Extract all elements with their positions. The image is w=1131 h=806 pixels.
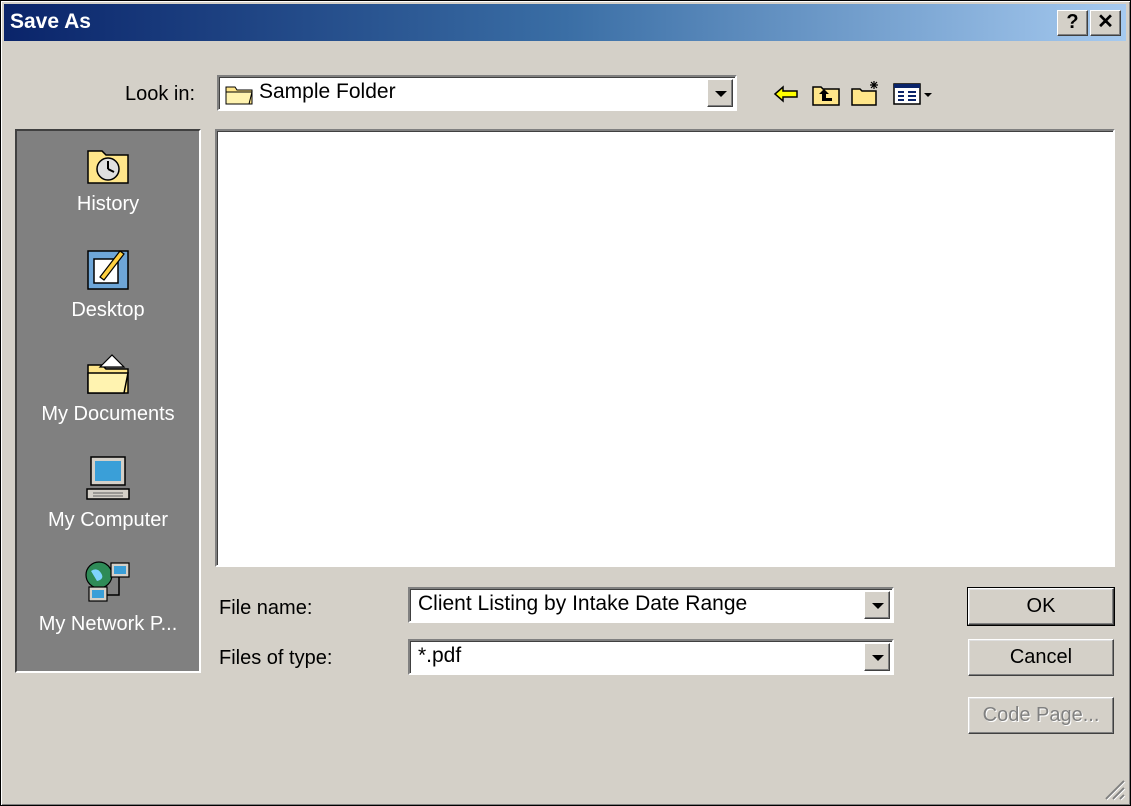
file-name-label: File name: [219,597,313,619]
place-label-network: My Network P... [38,613,178,635]
file-type-value: *.pdf [418,644,462,667]
place-my-documents[interactable]: My Documents [17,351,199,426]
look-in-value: Sample Folder [259,80,396,103]
place-label-my-computer: My Computer [47,509,169,531]
ok-button[interactable]: OK [967,587,1115,626]
folder-icon [225,86,253,105]
look-in-dropdown[interactable]: Sample Folder [217,75,737,111]
new-folder-icon[interactable] [849,79,883,109]
my-documents-icon [87,354,129,394]
places-bar: History Desktop My Documents My Computer… [15,129,201,673]
save-as-dialog: Save As ? ✕ Look in: Sample Folder Histo… [0,0,1131,806]
file-type-dropdown[interactable]: *.pdf [408,639,894,675]
close-button[interactable]: ✕ [1090,10,1121,36]
place-label-my-documents: My Documents [41,403,175,425]
network-places-icon [85,561,130,602]
window-title: Save As [10,10,91,33]
file-list[interactable] [215,129,1115,567]
desktop-icon [87,250,129,290]
place-label-history: History [76,193,140,215]
code-page-button[interactable]: Code Page... [968,697,1114,734]
place-label-desktop: Desktop [71,299,145,321]
cancel-button[interactable]: Cancel [968,639,1114,676]
place-history[interactable]: History [17,141,199,216]
back-icon[interactable] [769,79,803,109]
view-menu-icon[interactable] [891,79,935,109]
look-in-label: Look in: [125,83,196,105]
file-type-dropdown-button[interactable] [864,643,890,671]
my-computer-icon [86,456,130,500]
file-type-label: Files of type: [219,647,333,669]
history-icon [87,150,129,184]
title-bar[interactable]: Save As ? ✕ [4,4,1126,41]
file-name-input[interactable]: Client Listing by Intake Date Range [408,587,894,623]
up-one-level-icon[interactable] [809,79,843,109]
file-name-value: Client Listing by Intake Date Range [418,592,748,615]
place-desktop[interactable]: Desktop [17,245,199,322]
help-button[interactable]: ? [1057,10,1088,36]
place-my-computer[interactable]: My Computer [17,455,199,532]
look-in-dropdown-button[interactable] [707,79,733,107]
resize-grip-icon[interactable] [1100,775,1126,801]
file-name-dropdown-button[interactable] [864,591,890,619]
place-network[interactable]: My Network P... [17,559,199,636]
